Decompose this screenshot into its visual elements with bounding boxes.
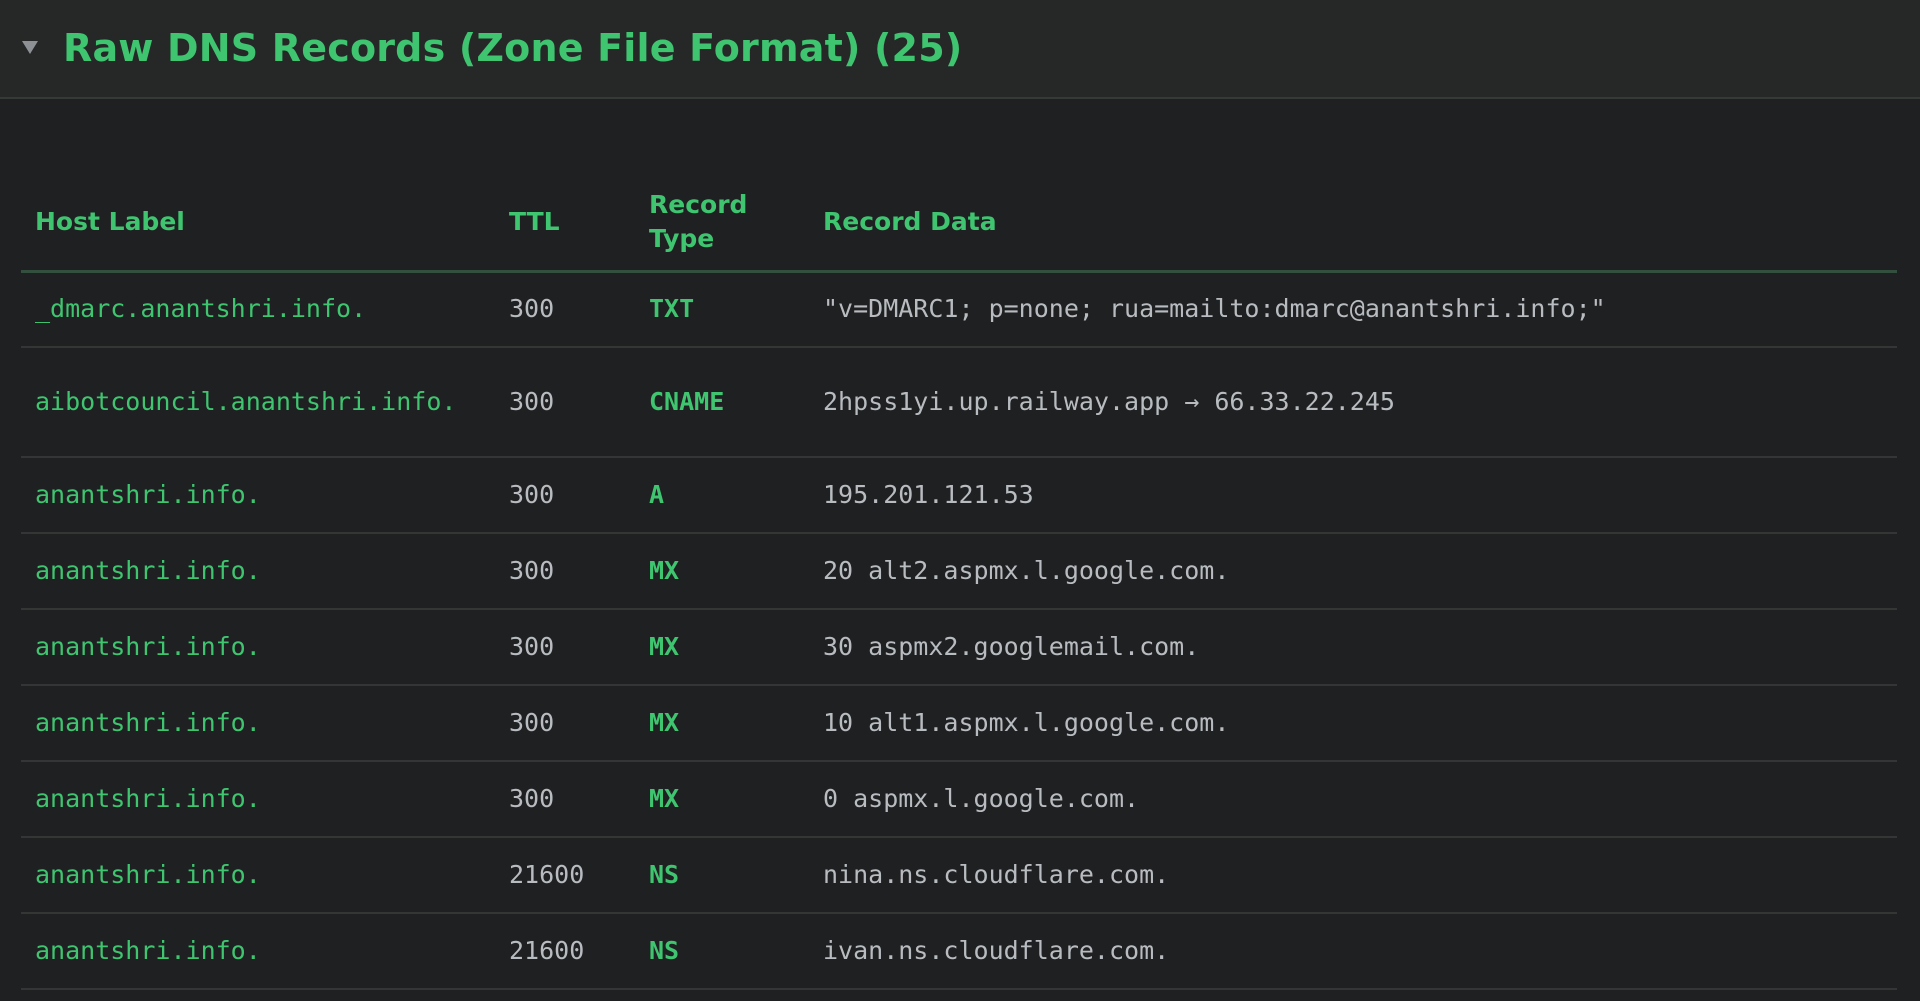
record-type-cell: MX — [635, 685, 809, 762]
host-label-cell: anantshri.info. — [21, 609, 495, 686]
table-row: aibotcouncil.anantshri.info. 300 CNAME 2… — [21, 347, 1897, 458]
ttl-cell: 21600 — [495, 837, 635, 914]
host-label-cell: _dmarc.anantshri.info. — [21, 271, 495, 348]
record-data-cell: 195.201.121.53 — [809, 457, 1897, 534]
record-data-cell: 10 alt1.aspmx.l.google.com. — [809, 685, 1897, 762]
table-row: anantshri.info. 21600 NS ivan.ns.cloudfl… — [21, 913, 1897, 990]
ttl-cell: 300 — [495, 685, 635, 762]
record-type-cell: NS — [635, 913, 809, 990]
ttl-cell: 300 — [495, 533, 635, 610]
table-header-row: Host Label TTL Record Type Record Data — [21, 175, 1897, 273]
record-type-cell: A — [635, 457, 809, 534]
record-type-cell: NS — [635, 837, 809, 914]
record-data-cell: 0 aspmx.l.google.com. — [809, 761, 1897, 838]
host-label-cell: anantshri.info. — [21, 837, 495, 914]
ttl-cell: 300 — [495, 457, 635, 534]
record-data-cell: "v=DMARC1; p=none; rua=mailto:dmarc@anan… — [809, 271, 1897, 348]
ttl-cell: 300 — [495, 609, 635, 686]
host-label-cell: anantshri.info. — [21, 533, 495, 610]
record-data-cell: 20 alt2.aspmx.l.google.com. — [809, 533, 1897, 610]
record-type-cell: MX — [635, 609, 809, 686]
column-header-type: Record Type — [635, 175, 809, 273]
ttl-cell: 300 — [495, 347, 635, 458]
column-header-ttl: TTL — [495, 175, 635, 273]
dns-records-panel-header[interactable]: Raw DNS Records (Zone File Format) (25) — [0, 0, 1920, 99]
table-row: anantshri.info. 300 A 195.201.121.53 — [21, 457, 1897, 534]
host-label-cell: aibotcouncil.anantshri.info. — [21, 347, 495, 458]
record-data-cell: nina.ns.cloudflare.com. — [809, 837, 1897, 914]
table-row: anantshri.info. 300 MX 0 aspmx.l.google.… — [21, 761, 1897, 838]
host-label-cell: anantshri.info. — [21, 913, 495, 990]
record-type-cell: MX — [635, 533, 809, 610]
record-data-cell: 2hpss1yi.up.railway.app → 66.33.22.245 — [809, 347, 1897, 458]
dns-records-table: Host Label TTL Record Type Record Data _… — [21, 175, 1897, 990]
record-data-cell: 30 aspmx2.googlemail.com. — [809, 609, 1897, 686]
table-row: anantshri.info. 300 MX 20 alt2.aspmx.l.g… — [21, 533, 1897, 610]
ttl-cell: 21600 — [495, 913, 635, 990]
table-row: anantshri.info. 21600 NS nina.ns.cloudfl… — [21, 837, 1897, 914]
column-header-host: Host Label — [21, 175, 495, 273]
dns-records-table-wrap: Host Label TTL Record Type Record Data _… — [21, 175, 1897, 990]
ttl-cell: 300 — [495, 761, 635, 838]
record-type-cell: CNAME — [635, 347, 809, 458]
caret-down-icon[interactable] — [21, 38, 39, 56]
host-label-cell: anantshri.info. — [21, 457, 495, 534]
column-header-data: Record Data — [809, 175, 1897, 273]
ttl-cell: 300 — [495, 271, 635, 348]
table-row: _dmarc.anantshri.info. 300 TXT "v=DMARC1… — [21, 271, 1897, 348]
record-type-cell: TXT — [635, 271, 809, 348]
record-data-cell: ivan.ns.cloudflare.com. — [809, 913, 1897, 990]
table-row: anantshri.info. 300 MX 30 aspmx2.googlem… — [21, 609, 1897, 686]
record-type-cell: MX — [635, 761, 809, 838]
host-label-cell: anantshri.info. — [21, 685, 495, 762]
panel-title: Raw DNS Records (Zone File Format) (25) — [63, 26, 963, 70]
host-label-cell: anantshri.info. — [21, 761, 495, 838]
table-row: anantshri.info. 300 MX 10 alt1.aspmx.l.g… — [21, 685, 1897, 762]
